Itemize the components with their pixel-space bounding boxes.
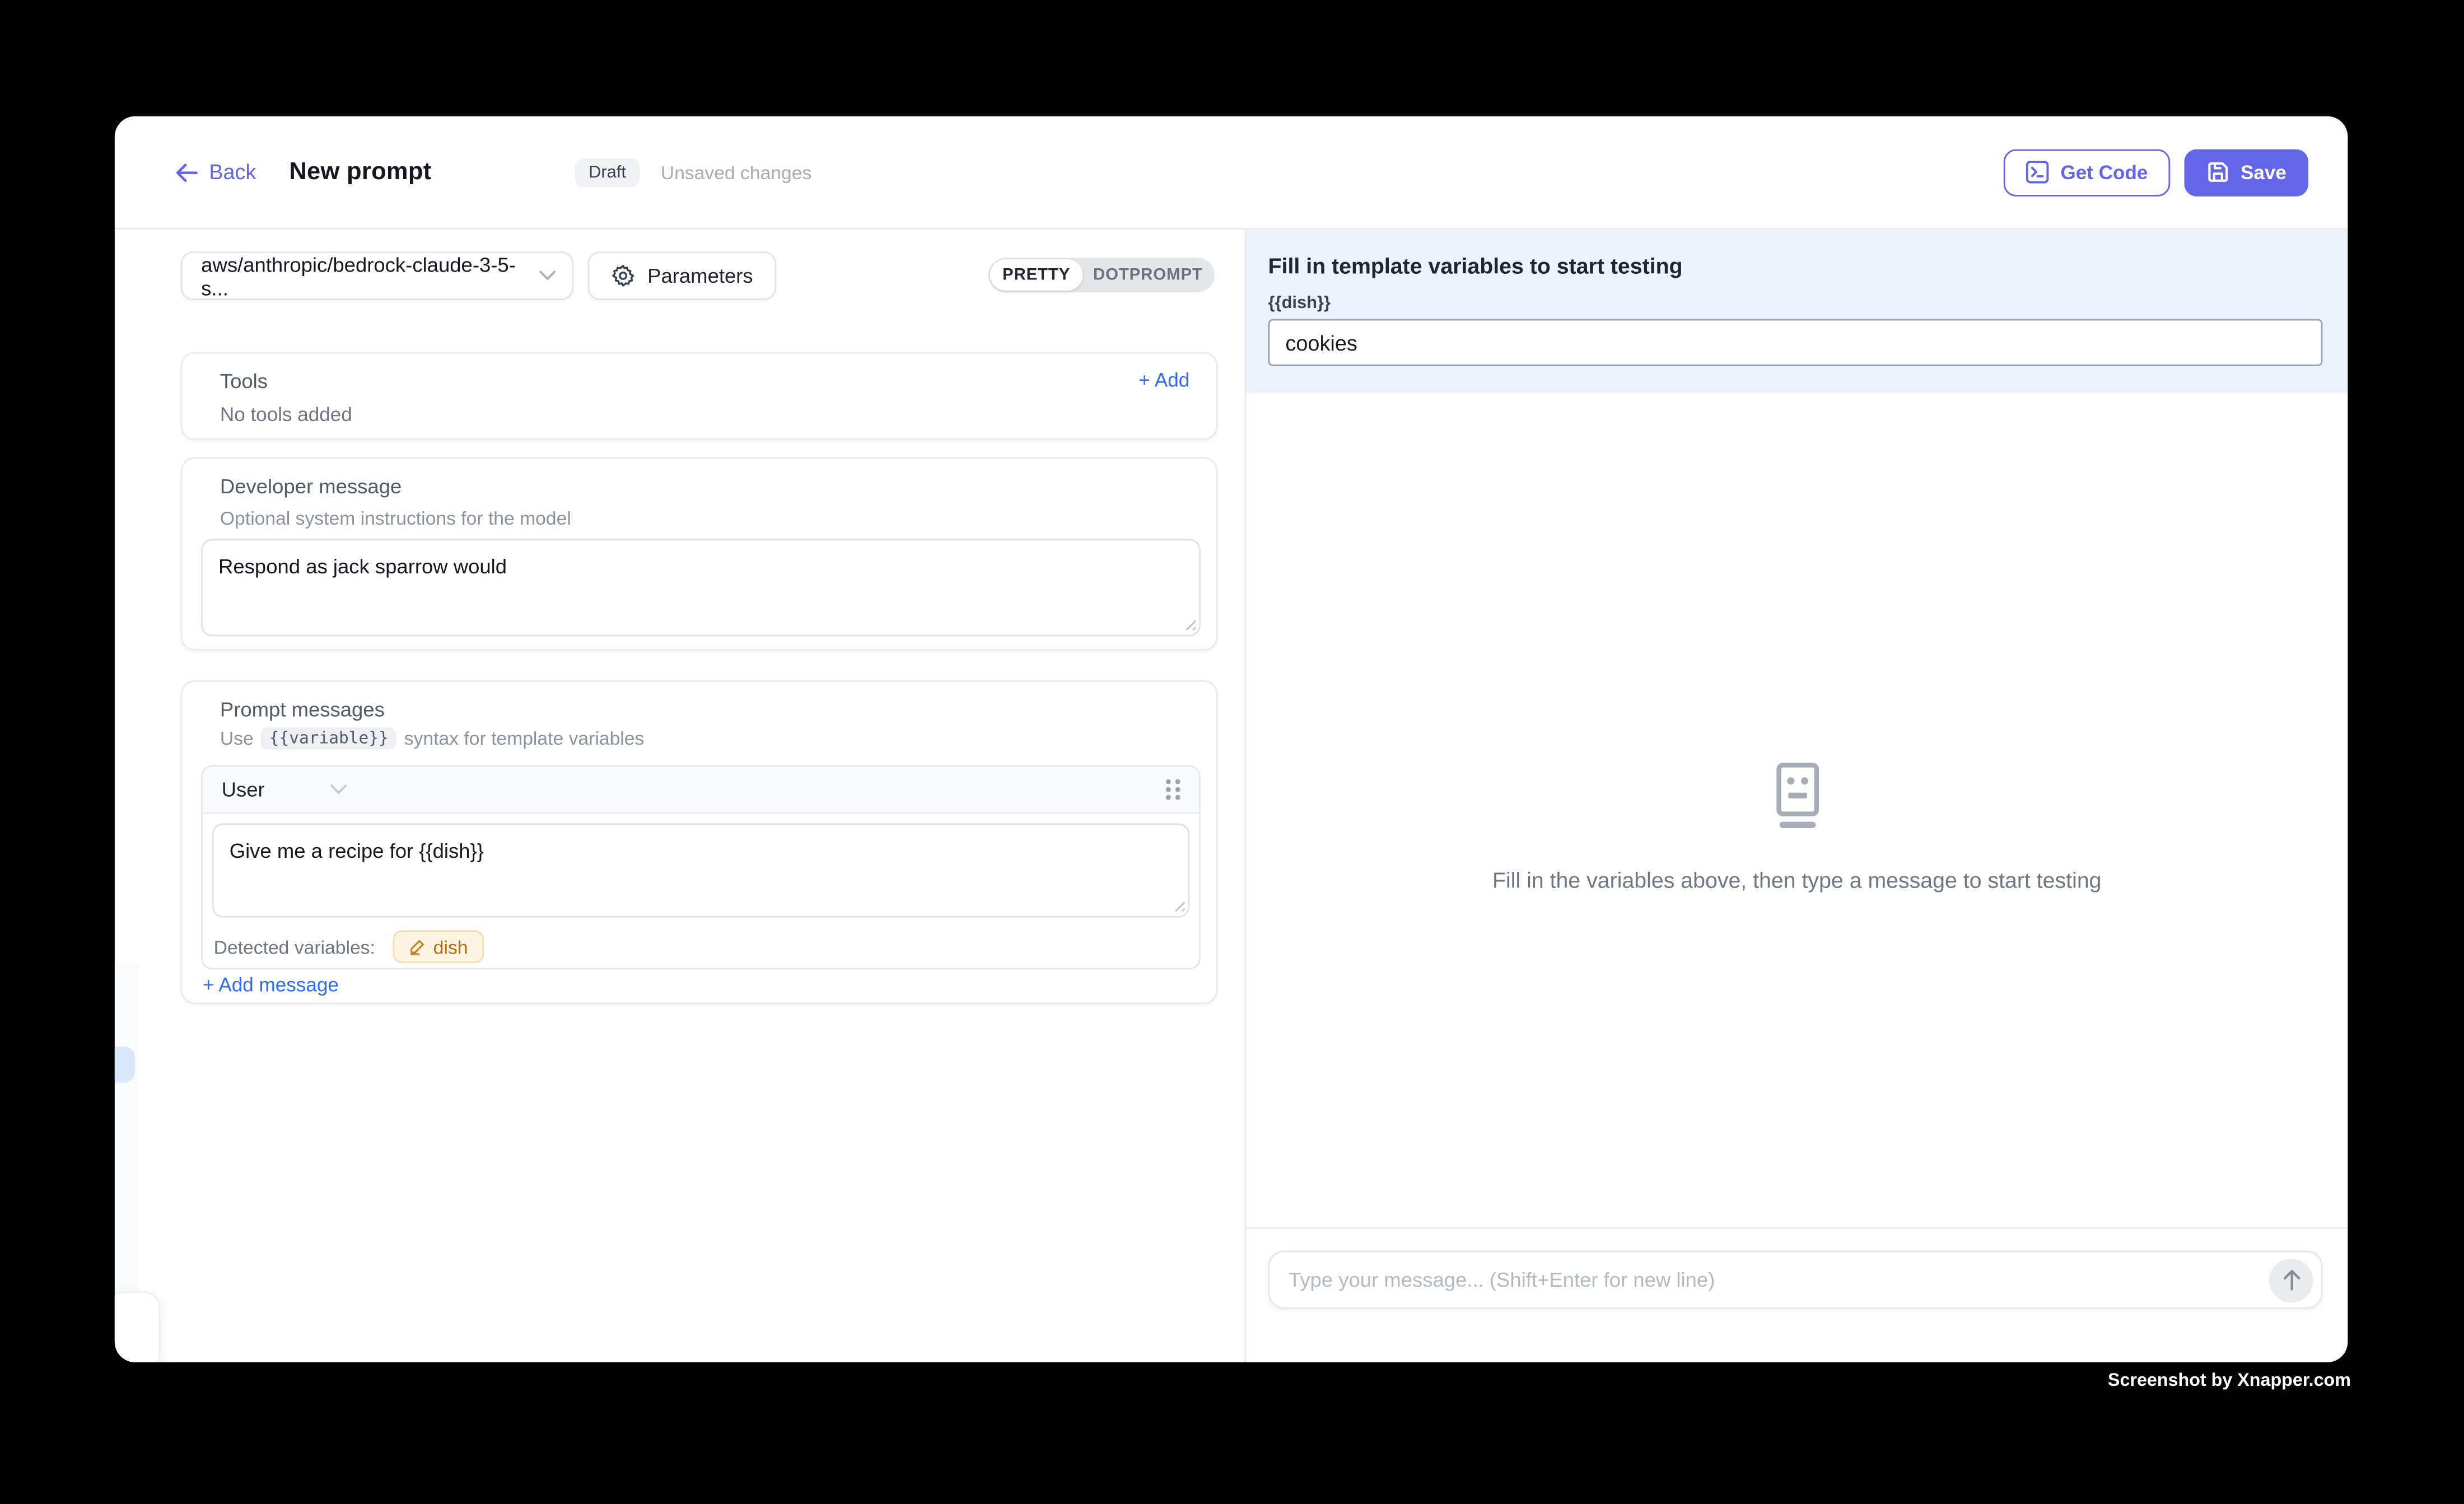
role-selector[interactable]: User xyxy=(222,778,348,801)
testing-panel: Fill in template variables to start test… xyxy=(1244,230,2348,1362)
tools-empty-text: No tools added xyxy=(220,404,352,426)
chat-empty-state: Fill in the variables above, then type a… xyxy=(1246,760,2348,893)
save-label: Save xyxy=(2241,161,2286,183)
arrow-up-icon xyxy=(2281,1269,2301,1291)
tools-label: Tools xyxy=(220,369,268,393)
pencil-icon xyxy=(408,938,426,955)
add-tool-label: Add xyxy=(1155,369,1189,391)
syntax-hint-prefix: Use xyxy=(220,727,254,749)
format-toggle-pretty[interactable]: PRETTY xyxy=(990,259,1083,291)
chat-input-bar xyxy=(1268,1251,2323,1309)
prompt-messages-label: Prompt messages xyxy=(220,698,385,721)
app-window: Back New prompt Draft Unsaved changes Ge… xyxy=(115,116,2348,1362)
header: Back New prompt Draft Unsaved changes Ge… xyxy=(115,116,2348,230)
developer-message-card: Developer message Optional system instru… xyxy=(181,457,1218,651)
arrow-left-icon xyxy=(176,162,198,181)
detected-variables-label: Detected variables: xyxy=(214,936,375,957)
prompt-messages-card: Prompt messages Use {{variable}} syntax … xyxy=(181,680,1218,1004)
model-selector[interactable]: aws/anthropic/bedrock-claude-3-5-s... xyxy=(181,251,574,300)
header-actions: Get Code Save xyxy=(2004,148,2308,195)
drag-handle-icon[interactable] xyxy=(1166,779,1180,800)
message-body: Give me a recipe for {{dish}} Detected v… xyxy=(203,814,1199,970)
developer-message-input[interactable]: Respond as jack sparrow would xyxy=(201,539,1201,636)
chat-empty-text: Fill in the variables above, then type a… xyxy=(1246,867,2348,893)
variable-badge-label: dish xyxy=(433,936,468,957)
sidebar-active-item-fragment xyxy=(115,1047,135,1083)
message-header: User xyxy=(203,767,1199,814)
back-button[interactable]: Back xyxy=(176,160,256,184)
bot-icon xyxy=(1770,760,1823,829)
page-title: New prompt xyxy=(289,158,431,186)
chevron-down-icon xyxy=(331,784,348,795)
chevron-down-icon xyxy=(539,270,557,282)
message-block: User Give me a recipe for {{dish}} Detec… xyxy=(201,765,1201,970)
template-variables-panel: Fill in template variables to start test… xyxy=(1246,230,2348,393)
plus-icon: + xyxy=(203,974,214,996)
add-message-button[interactable]: + Add message xyxy=(203,974,339,996)
screenshot-stage: Back New prompt Draft Unsaved changes Ge… xyxy=(0,0,2464,1504)
add-message-label: Add message xyxy=(218,974,338,996)
get-code-button[interactable]: Get Code xyxy=(2004,148,2169,195)
parameters-label: Parameters xyxy=(647,264,753,287)
syntax-hint: Use {{variable}} syntax for template var… xyxy=(220,727,645,749)
watermark-text: Screenshot by Xnapper.com xyxy=(2108,1372,2351,1391)
status-badge: Draft xyxy=(575,158,640,186)
send-button[interactable] xyxy=(2269,1259,2313,1303)
format-toggle[interactable]: PRETTY DOTPROMPT xyxy=(988,258,1215,292)
chat-divider xyxy=(1246,1227,2348,1229)
unsaved-changes-text: Unsaved changes xyxy=(661,161,812,183)
variable-syntax-chip: {{variable}} xyxy=(262,727,396,749)
chat-message-input[interactable] xyxy=(1270,1252,2321,1307)
variable-value-input[interactable] xyxy=(1268,319,2323,366)
sidebar-edge-strip xyxy=(115,965,138,1292)
message-content-input[interactable]: Give me a recipe for {{dish}} xyxy=(212,823,1189,917)
model-selector-value: aws/anthropic/bedrock-claude-3-5-s... xyxy=(201,252,539,299)
format-toggle-dotprompt[interactable]: DOTPROMPT xyxy=(1082,259,1213,291)
add-tool-button[interactable]: + Add xyxy=(1138,369,1189,391)
back-label: Back xyxy=(209,160,256,184)
variables-panel-title: Fill in template variables to start test… xyxy=(1268,253,1683,278)
syntax-hint-suffix: syntax for template variables xyxy=(404,727,645,749)
tools-card: Tools + Add No tools added xyxy=(181,352,1218,440)
plus-icon: + xyxy=(1138,369,1150,391)
save-icon xyxy=(2206,160,2229,184)
variable-key-label: {{dish}} xyxy=(1268,294,1331,313)
get-code-label: Get Code xyxy=(2060,161,2148,183)
parameters-button[interactable]: Parameters xyxy=(587,251,776,300)
save-button[interactable]: Save xyxy=(2184,148,2308,195)
role-name: User xyxy=(222,778,265,801)
developer-message-field-wrap: Respond as jack sparrow would xyxy=(201,539,1201,636)
terminal-icon xyxy=(2026,160,2050,184)
sidebar-card-fragment xyxy=(115,1292,160,1362)
developer-message-hint: Optional system instructions for the mod… xyxy=(220,507,571,529)
gear-icon xyxy=(612,264,635,287)
developer-message-label: Developer message xyxy=(220,474,402,498)
detected-variables-row: Detected variables: dish xyxy=(214,930,1190,963)
variable-badge[interactable]: dish xyxy=(393,930,484,963)
